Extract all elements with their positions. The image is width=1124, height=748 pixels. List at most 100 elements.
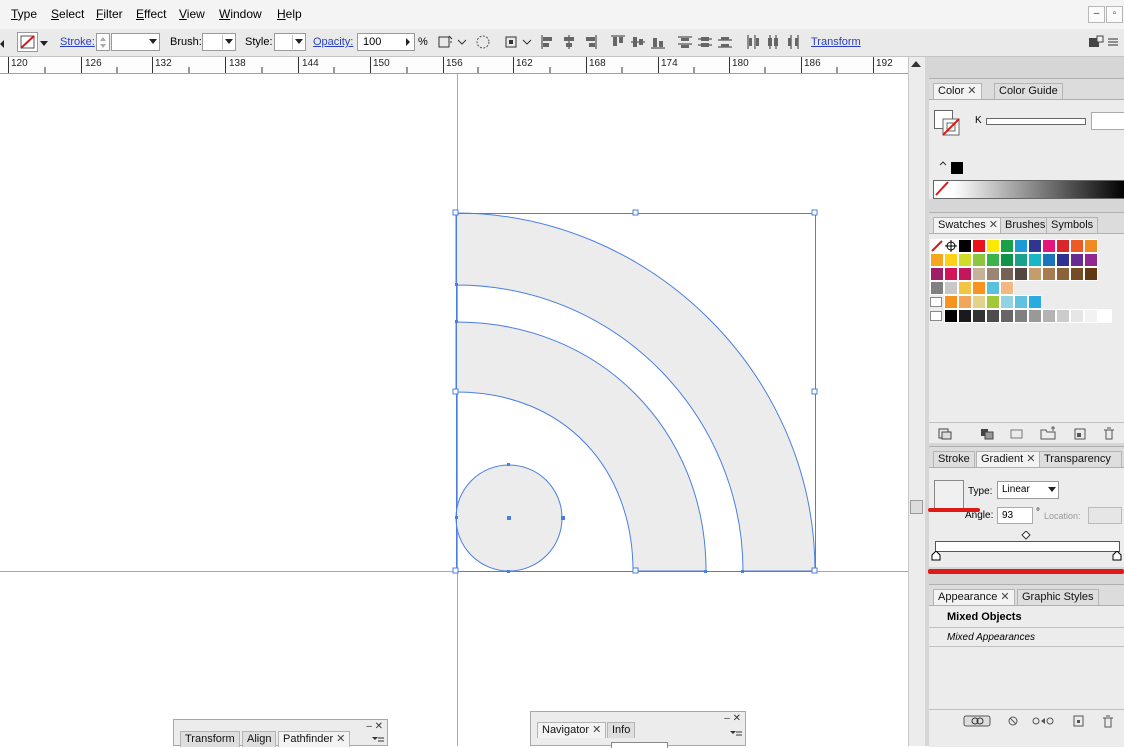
swatch-item[interactable] — [986, 281, 1000, 295]
close-icon[interactable]: ✕ — [967, 85, 976, 97]
stroke-label[interactable]: Stroke: — [60, 36, 95, 48]
navigator-panel[interactable]: – ✕ Navigator ✕ Info — [530, 711, 746, 748]
swatch-item[interactable] — [1028, 295, 1042, 309]
swatch-item[interactable] — [1014, 309, 1028, 323]
swatch-item[interactable] — [1084, 239, 1098, 253]
artboard-canvas[interactable]: – ✕ Transform Align Pathfinder ✕ – ✕ Navi… — [0, 74, 908, 748]
tab-swatches[interactable]: Swatches ✕ — [933, 217, 1003, 233]
pathfinder-panel[interactable]: – ✕ Transform Align Pathfinder ✕ — [173, 719, 388, 747]
gradient-preview-swatch[interactable] — [934, 480, 964, 509]
align-horizontal-center-icon[interactable] — [561, 34, 577, 50]
swatch-item[interactable] — [958, 281, 972, 295]
panel-menu-icon[interactable] — [371, 735, 385, 745]
swatch-item[interactable] — [930, 253, 944, 267]
swatch-item[interactable] — [1028, 239, 1042, 253]
clear-appearance-icon[interactable] — [1007, 715, 1021, 727]
scroll-up-icon[interactable] — [911, 61, 921, 67]
location-field[interactable] — [1088, 507, 1122, 524]
document-setup-icon[interactable] — [1088, 34, 1104, 50]
close-icon[interactable]: ✕ — [592, 724, 601, 736]
distribute-horizontal-center-icon[interactable] — [765, 34, 781, 50]
swatch-item[interactable] — [958, 253, 972, 267]
gradient-midpoint-icon[interactable] — [1021, 531, 1031, 540]
tab-stroke[interactable]: Stroke — [933, 451, 975, 467]
stroke-weight-stepper[interactable] — [96, 33, 110, 51]
menu-view[interactable]: View — [179, 7, 205, 21]
isolate-group-icon[interactable] — [475, 34, 491, 50]
swatch-item[interactable] — [986, 295, 1000, 309]
swatch-item[interactable] — [972, 239, 986, 253]
panel-close-icon[interactable]: – ✕ — [724, 713, 741, 724]
tab-info[interactable]: Info — [607, 722, 636, 738]
horizontal-ruler[interactable]: 120 126 132 138 144 150 156 162 168 174 … — [0, 57, 908, 74]
menu-filter[interactable]: Filter — [96, 7, 123, 21]
k-value-field[interactable] — [1091, 112, 1124, 130]
opacity-field[interactable]: 100 — [357, 33, 415, 51]
none-swatch-icon[interactable] — [934, 181, 950, 196]
delete-item-icon[interactable] — [1101, 714, 1115, 728]
fill-arrow-icon[interactable] — [0, 40, 4, 48]
stroke-weight-dropdown[interactable] — [111, 33, 160, 51]
style-dropdown[interactable] — [274, 33, 306, 51]
close-icon[interactable]: ✕ — [336, 733, 345, 745]
down-arrow-icon[interactable] — [100, 44, 106, 48]
swatch-item[interactable] — [1056, 239, 1070, 253]
appearance-subtitle-row[interactable]: Mixed Appearances — [929, 628, 1124, 647]
align-top-icon[interactable] — [610, 34, 626, 50]
swatch-item[interactable] — [944, 239, 958, 253]
tab-gradient[interactable]: Gradient ✕ — [976, 451, 1041, 467]
swatch-item[interactable] — [958, 309, 972, 323]
swatch-item[interactable] — [972, 295, 986, 309]
swatch-item[interactable] — [1056, 267, 1070, 281]
reduce-to-basic-appearance-icon[interactable] — [1031, 715, 1057, 727]
swatch-item[interactable] — [1014, 253, 1028, 267]
recolor-options-icon[interactable] — [456, 34, 472, 50]
swatch-item[interactable] — [1042, 309, 1056, 323]
tab-appearance[interactable]: Appearance ✕ — [933, 589, 1015, 605]
distribute-vertical-center-icon[interactable] — [697, 34, 713, 50]
swatch-item[interactable] — [930, 281, 944, 295]
swatch-item[interactable] — [1028, 309, 1042, 323]
up-arrow-icon[interactable] — [100, 37, 106, 41]
swatch-item[interactable] — [986, 267, 1000, 281]
swatch-item[interactable] — [1056, 309, 1070, 323]
tab-symbols[interactable]: Symbols — [1046, 217, 1099, 233]
swatch-item[interactable] — [1084, 253, 1098, 267]
opacity-label[interactable]: Opacity: — [313, 36, 353, 48]
swatch-item[interactable] — [1084, 267, 1098, 281]
distribute-left-icon[interactable] — [745, 34, 761, 50]
swatch-item[interactable] — [944, 267, 958, 281]
color-group-folder-icon[interactable] — [930, 297, 942, 307]
scroll-thumb[interactable] — [910, 500, 923, 514]
swatch-item[interactable] — [1070, 239, 1084, 253]
swatch-item[interactable] — [930, 239, 944, 253]
appearance-title-row[interactable]: Mixed Objects — [929, 607, 1124, 628]
transform-link[interactable]: Transform — [811, 36, 861, 48]
swatch-item[interactable] — [1042, 267, 1056, 281]
swatch-item[interactable] — [1070, 309, 1084, 323]
swatch-item[interactable] — [930, 267, 944, 281]
swatch-item[interactable] — [972, 253, 986, 267]
gradient-stop-left-icon[interactable] — [931, 551, 941, 561]
swatch-item[interactable] — [1000, 267, 1014, 281]
out-of-gamut-icon[interactable] — [938, 159, 968, 175]
swatch-item[interactable] — [958, 295, 972, 309]
stroke-none-swatch[interactable] — [942, 118, 961, 137]
swatch-item[interactable] — [986, 309, 1000, 323]
brush-dropdown[interactable] — [202, 33, 236, 51]
delete-swatch-icon[interactable] — [1101, 426, 1117, 440]
close-icon[interactable]: ✕ — [1000, 591, 1009, 603]
panel-menu-icon[interactable] — [1106, 34, 1122, 50]
swatch-item[interactable] — [986, 239, 1000, 253]
k-slider[interactable] — [986, 118, 1086, 125]
show-swatch-kinds-icon[interactable] — [979, 427, 995, 441]
menu-type[interactable]: Type — [11, 7, 37, 21]
tab-brushes[interactable]: Brushes — [1000, 217, 1051, 233]
add-new-effect-icon[interactable] — [963, 715, 993, 727]
panel-menu-icon[interactable] — [729, 729, 743, 739]
navigator-preview[interactable] — [611, 742, 668, 748]
swatch-item[interactable] — [1098, 309, 1112, 323]
distribute-bottom-icon[interactable] — [717, 34, 733, 50]
close-icon[interactable]: ✕ — [1026, 453, 1035, 465]
swatch-item[interactable] — [944, 253, 958, 267]
